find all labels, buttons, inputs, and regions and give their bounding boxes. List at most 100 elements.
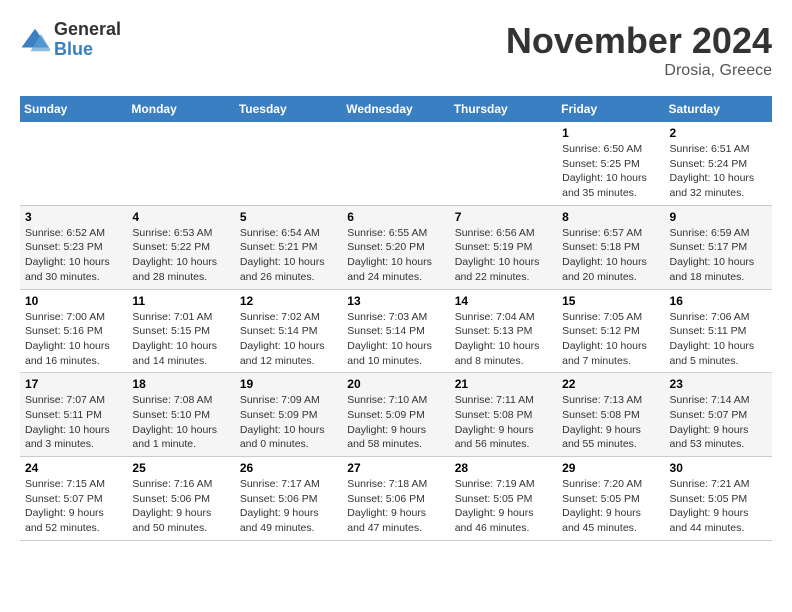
day-info: Sunrise: 7:08 AM Sunset: 5:10 PM Dayligh…: [132, 393, 230, 452]
calendar-cell: 10 Sunrise: 7:00 AM Sunset: 5:16 PM Dayli…: [20, 289, 127, 373]
day-number: 24: [25, 461, 123, 475]
calendar-cell: 3 Sunrise: 6:52 AM Sunset: 5:23 PM Daylig…: [20, 205, 127, 289]
day-info: Sunrise: 7:02 AM Sunset: 5:14 PM Dayligh…: [240, 310, 338, 369]
day-number: 21: [455, 377, 553, 391]
page-header: General Blue November 2024 Drosia, Greec…: [20, 20, 772, 80]
day-info: Sunrise: 7:07 AM Sunset: 5:11 PM Dayligh…: [25, 393, 123, 452]
calendar-cell: [450, 122, 557, 205]
calendar-cell: 22 Sunrise: 7:13 AM Sunset: 5:08 PM Dayli…: [557, 373, 664, 457]
calendar-cell: 30 Sunrise: 7:21 AM Sunset: 5:05 PM Dayli…: [665, 457, 772, 541]
day-info: Sunrise: 7:06 AM Sunset: 5:11 PM Dayligh…: [670, 310, 768, 369]
calendar-cell: 23 Sunrise: 7:14 AM Sunset: 5:07 PM Dayli…: [665, 373, 772, 457]
day-info: Sunrise: 7:03 AM Sunset: 5:14 PM Dayligh…: [347, 310, 445, 369]
day-info: Sunrise: 6:59 AM Sunset: 5:17 PM Dayligh…: [670, 226, 768, 285]
calendar-week-row: 17Sunrise: 7:07 AM Sunset: 5:11 PM Dayli…: [20, 373, 772, 457]
day-info: Sunrise: 7:05 AM Sunset: 5:12 PM Dayligh…: [562, 310, 660, 369]
calendar-cell: 18 Sunrise: 7:08 AM Sunset: 5:10 PM Dayli…: [127, 373, 234, 457]
calendar-cell: 29 Sunrise: 7:20 AM Sunset: 5:05 PM Dayli…: [557, 457, 664, 541]
day-number: 1: [562, 126, 660, 140]
calendar-cell: 7Sunrise: 6:56 AM Sunset: 5:19 PM Daylig…: [450, 205, 557, 289]
logo-general: General: [54, 20, 121, 40]
day-number: 10: [25, 294, 123, 308]
day-number: 15: [562, 294, 660, 308]
month-title: November 2024: [506, 20, 772, 62]
day-number: 22: [562, 377, 660, 391]
day-number: 29: [562, 461, 660, 475]
day-number: 30: [670, 461, 768, 475]
day-info: Sunrise: 7:21 AM Sunset: 5:05 PM Dayligh…: [670, 477, 768, 536]
day-number: 19: [240, 377, 338, 391]
calendar-cell: [235, 122, 342, 205]
logo-text: General Blue: [54, 20, 121, 60]
calendar-cell: 24Sunrise: 7:15 AM Sunset: 5:07 PM Dayli…: [20, 457, 127, 541]
title-block: November 2024 Drosia, Greece: [506, 20, 772, 80]
day-info: Sunrise: 7:17 AM Sunset: 5:06 PM Dayligh…: [240, 477, 338, 536]
calendar-cell: 13 Sunrise: 7:03 AM Sunset: 5:14 PM Dayli…: [342, 289, 449, 373]
day-number: 4: [132, 210, 230, 224]
day-info: Sunrise: 7:11 AM Sunset: 5:08 PM Dayligh…: [455, 393, 553, 452]
day-number: 25: [132, 461, 230, 475]
calendar-week-row: 3 Sunrise: 6:52 AM Sunset: 5:23 PM Daylig…: [20, 205, 772, 289]
weekday-header: Monday: [127, 96, 234, 122]
day-number: 23: [670, 377, 768, 391]
day-number: 12: [240, 294, 338, 308]
day-number: 14: [455, 294, 553, 308]
calendar-cell: 20Sunrise: 7:10 AM Sunset: 5:09 PM Dayli…: [342, 373, 449, 457]
calendar-cell: 11Sunrise: 7:01 AM Sunset: 5:15 PM Dayli…: [127, 289, 234, 373]
day-info: Sunrise: 7:09 AM Sunset: 5:09 PM Dayligh…: [240, 393, 338, 452]
day-number: 18: [132, 377, 230, 391]
day-number: 13: [347, 294, 445, 308]
weekday-header: Friday: [557, 96, 664, 122]
logo: General Blue: [20, 20, 121, 60]
day-info: Sunrise: 6:53 AM Sunset: 5:22 PM Dayligh…: [132, 226, 230, 285]
day-info: Sunrise: 6:55 AM Sunset: 5:20 PM Dayligh…: [347, 226, 445, 285]
day-info: Sunrise: 7:13 AM Sunset: 5:08 PM Dayligh…: [562, 393, 660, 452]
calendar-cell: 9 Sunrise: 6:59 AM Sunset: 5:17 PM Daylig…: [665, 205, 772, 289]
day-number: 16: [670, 294, 768, 308]
calendar-cell: 2 Sunrise: 6:51 AM Sunset: 5:24 PM Daylig…: [665, 122, 772, 205]
day-number: 20: [347, 377, 445, 391]
calendar-week-row: 10 Sunrise: 7:00 AM Sunset: 5:16 PM Dayli…: [20, 289, 772, 373]
day-number: 3: [25, 210, 123, 224]
day-number: 2: [670, 126, 768, 140]
day-number: 8: [562, 210, 660, 224]
day-info: Sunrise: 6:54 AM Sunset: 5:21 PM Dayligh…: [240, 226, 338, 285]
weekday-header: Tuesday: [235, 96, 342, 122]
calendar-cell: 4 Sunrise: 6:53 AM Sunset: 5:22 PM Daylig…: [127, 205, 234, 289]
calendar-cell: 26 Sunrise: 7:17 AM Sunset: 5:06 PM Dayli…: [235, 457, 342, 541]
calendar-cell: 16 Sunrise: 7:06 AM Sunset: 5:11 PM Dayli…: [665, 289, 772, 373]
weekday-header: Wednesday: [342, 96, 449, 122]
weekday-header: Sunday: [20, 96, 127, 122]
day-info: Sunrise: 7:00 AM Sunset: 5:16 PM Dayligh…: [25, 310, 123, 369]
calendar-table: SundayMondayTuesdayWednesdayThursdayFrid…: [20, 96, 772, 541]
calendar-cell: 12 Sunrise: 7:02 AM Sunset: 5:14 PM Dayli…: [235, 289, 342, 373]
location: Drosia, Greece: [506, 62, 772, 80]
day-info: Sunrise: 7:20 AM Sunset: 5:05 PM Dayligh…: [562, 477, 660, 536]
day-info: Sunrise: 7:04 AM Sunset: 5:13 PM Dayligh…: [455, 310, 553, 369]
day-info: Sunrise: 6:57 AM Sunset: 5:18 PM Dayligh…: [562, 226, 660, 285]
day-info: Sunrise: 7:16 AM Sunset: 5:06 PM Dayligh…: [132, 477, 230, 536]
calendar-cell: 5 Sunrise: 6:54 AM Sunset: 5:21 PM Daylig…: [235, 205, 342, 289]
day-info: Sunrise: 6:52 AM Sunset: 5:23 PM Dayligh…: [25, 226, 123, 285]
day-number: 5: [240, 210, 338, 224]
day-info: Sunrise: 6:50 AM Sunset: 5:25 PM Dayligh…: [562, 142, 660, 201]
calendar-cell: 19 Sunrise: 7:09 AM Sunset: 5:09 PM Dayli…: [235, 373, 342, 457]
day-number: 27: [347, 461, 445, 475]
calendar-cell: [20, 122, 127, 205]
day-info: Sunrise: 7:01 AM Sunset: 5:15 PM Dayligh…: [132, 310, 230, 369]
day-info: Sunrise: 7:14 AM Sunset: 5:07 PM Dayligh…: [670, 393, 768, 452]
day-number: 9: [670, 210, 768, 224]
day-number: 6: [347, 210, 445, 224]
logo-icon: [20, 25, 50, 55]
calendar-week-row: 1 Sunrise: 6:50 AM Sunset: 5:25 PM Daylig…: [20, 122, 772, 205]
weekday-header: Thursday: [450, 96, 557, 122]
calendar-cell: 27Sunrise: 7:18 AM Sunset: 5:06 PM Dayli…: [342, 457, 449, 541]
day-info: Sunrise: 6:56 AM Sunset: 5:19 PM Dayligh…: [455, 226, 553, 285]
calendar-cell: 15 Sunrise: 7:05 AM Sunset: 5:12 PM Dayli…: [557, 289, 664, 373]
day-info: Sunrise: 6:51 AM Sunset: 5:24 PM Dayligh…: [670, 142, 768, 201]
day-number: 26: [240, 461, 338, 475]
calendar-cell: [127, 122, 234, 205]
calendar-cell: 8 Sunrise: 6:57 AM Sunset: 5:18 PM Daylig…: [557, 205, 664, 289]
calendar-week-row: 24Sunrise: 7:15 AM Sunset: 5:07 PM Dayli…: [20, 457, 772, 541]
weekday-header: Saturday: [665, 96, 772, 122]
